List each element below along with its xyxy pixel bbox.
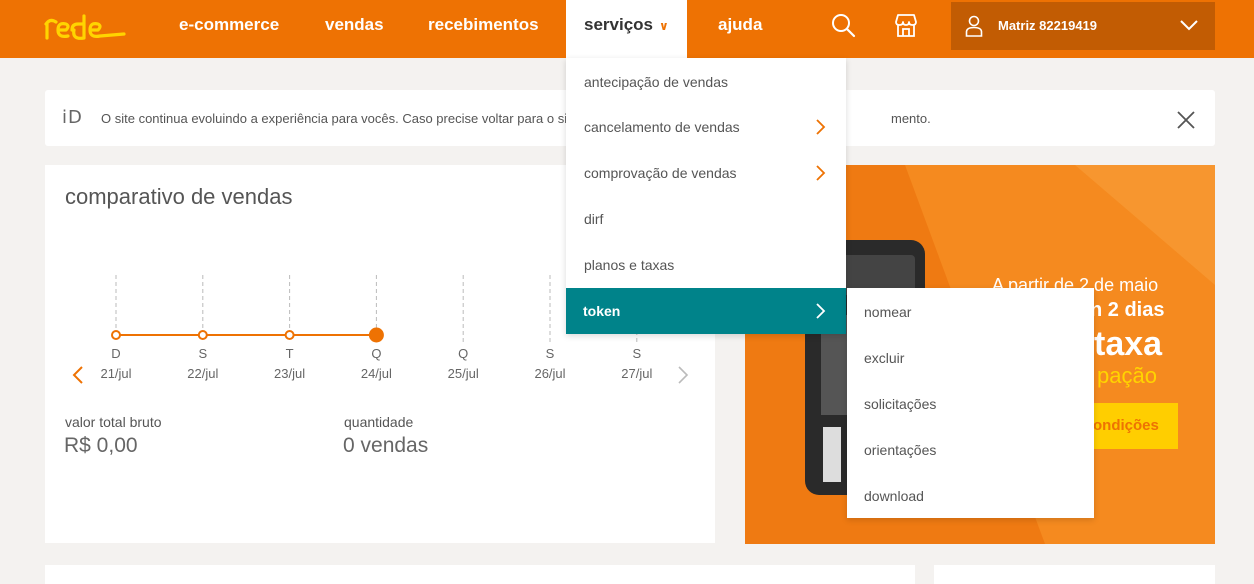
- timeline-point[interactable]: [368, 327, 384, 343]
- banner-conditions-button[interactable]: ondições: [1085, 403, 1178, 449]
- chevron-down-icon: ∨: [659, 19, 669, 33]
- timeline-point[interactable]: [111, 330, 121, 340]
- banner-line-4: pação: [1097, 363, 1157, 388]
- store-icon[interactable]: [892, 12, 920, 40]
- dropdown-item-token[interactable]: token: [566, 288, 846, 334]
- quantity-label: quantidade: [344, 414, 414, 430]
- day-letter: Q: [371, 346, 382, 361]
- day-letter: S: [198, 346, 208, 361]
- notice-text: O site continua evoluindo a experiência …: [101, 111, 578, 126]
- notice-text-tail: mento.: [891, 111, 931, 126]
- day-letter: T: [285, 346, 294, 361]
- top-navbar: e-commerce vendas recebimentos serviços ∨…: [0, 0, 1254, 58]
- day-date[interactable]: 23/jul: [274, 366, 305, 381]
- day-date[interactable]: 25/jul: [448, 366, 479, 381]
- timeline-point[interactable]: [197, 330, 208, 340]
- chevron-right-icon[interactable]: [675, 365, 691, 385]
- chevron-right-icon: [816, 303, 826, 319]
- submenu-item[interactable]: nomear: [847, 289, 1094, 335]
- dropdown-item-label: dirf: [584, 211, 604, 227]
- close-icon[interactable]: [1176, 110, 1196, 130]
- day-letter: S: [545, 346, 555, 361]
- bottom-card-left: [45, 565, 915, 584]
- nav-vendas[interactable]: vendas: [325, 0, 384, 52]
- dropdown-item-antecipação-de-vendas[interactable]: antecipação de vendas: [566, 59, 846, 105]
- banner-line-3: taxa: [1094, 325, 1163, 363]
- nav-servicos[interactable]: serviços ∨: [566, 0, 687, 58]
- id-icon: iD: [62, 107, 83, 128]
- services-dropdown: antecipação de vendas cancelamento de ven…: [566, 58, 846, 334]
- day-date[interactable]: 21/jul: [100, 366, 131, 381]
- timeline-point[interactable]: [284, 330, 295, 340]
- token-submenu: nomear excluir solicitações orientações down…: [847, 288, 1094, 518]
- search-icon[interactable]: [830, 12, 858, 40]
- user-icon: [965, 15, 983, 37]
- day-letter: Q: [458, 346, 469, 361]
- account-label: Matriz 82219419: [998, 18, 1098, 33]
- day-date[interactable]: 24/jul: [361, 366, 392, 381]
- dropdown-item-label: cancelamento de vendas: [584, 119, 740, 135]
- total-value: R$ 0,00: [64, 434, 138, 457]
- dropdown-item-dirf[interactable]: dirf: [566, 196, 846, 242]
- nav-ajuda[interactable]: ajuda: [718, 0, 762, 52]
- dropdown-item-cancelamento-de-vendas[interactable]: cancelamento de vendas: [566, 104, 846, 150]
- day-date[interactable]: 22/jul: [187, 366, 218, 381]
- total-label: valor total bruto: [65, 414, 162, 430]
- chevron-right-icon: [816, 165, 826, 181]
- dropdown-item-label: token: [583, 303, 621, 319]
- dropdown-item-label: planos e taxas: [584, 257, 675, 273]
- chevron-left-icon[interactable]: [70, 365, 86, 385]
- banner-line-2: n 2 dias: [1090, 299, 1165, 321]
- day-date[interactable]: 26/jul: [534, 366, 565, 381]
- chevron-down-icon: [1180, 20, 1198, 31]
- day-date[interactable]: 27/jul: [621, 366, 652, 381]
- chevron-right-icon: [816, 119, 826, 135]
- day-letter: D: [111, 346, 121, 361]
- dropdown-item-label: antecipação de vendas: [584, 74, 728, 90]
- submenu-item[interactable]: orientações: [847, 427, 1094, 473]
- submenu-item[interactable]: solicitações: [847, 381, 1094, 427]
- dropdown-item-comprovação-de-vendas[interactable]: comprovação de vendas: [566, 150, 846, 196]
- bottom-card-right: [934, 565, 1215, 584]
- day-letter: S: [632, 346, 642, 361]
- rede-logo[interactable]: [44, 12, 126, 42]
- submenu-item[interactable]: excluir: [847, 335, 1094, 381]
- submenu-item[interactable]: download: [847, 473, 1094, 519]
- nav-recebimentos[interactable]: recebimentos: [428, 0, 539, 52]
- dropdown-item-label: comprovação de vendas: [584, 165, 737, 181]
- dropdown-item-planos-e-taxas[interactable]: planos e taxas: [566, 242, 846, 288]
- nav-servicos-label: serviços: [584, 15, 653, 34]
- nav-ecommerce[interactable]: e-commerce: [179, 0, 279, 52]
- account-selector[interactable]: Matriz 82219419: [951, 2, 1215, 50]
- quantity-value: 0 vendas: [343, 434, 429, 457]
